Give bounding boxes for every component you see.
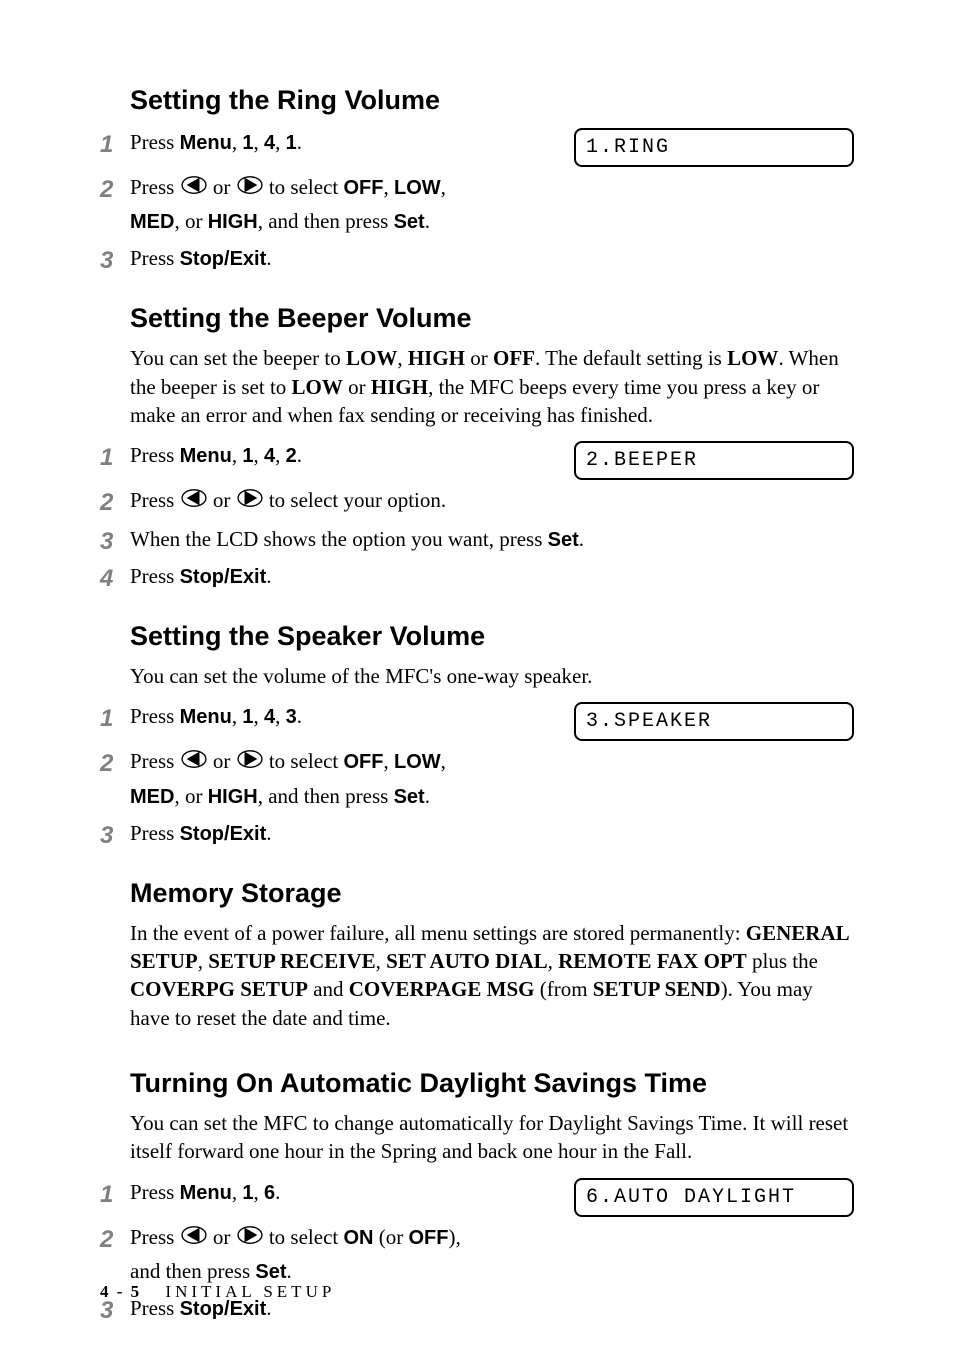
step-item: Press Stop/Exit. — [100, 242, 854, 275]
steps-list: Press Menu, 1, 4, 2.2.BEEPER Press or to … — [100, 439, 854, 592]
section-heading: Setting the Beeper Volume — [130, 303, 854, 334]
arrow-left-icon — [180, 1223, 208, 1256]
step-item: Press Menu, 1, 4, 1.1.RING — [100, 126, 854, 167]
page-footer: 4 - 5 INITIAL SETUP — [100, 1282, 335, 1302]
section-heading: Setting the Ring Volume — [130, 85, 854, 116]
step-item: Press or to select OFF, LOW, MED, or HIG… — [100, 745, 854, 812]
arrow-right-icon — [236, 173, 264, 206]
lcd-display: 6.AUTO DAYLIGHT — [574, 1178, 854, 1217]
section-heading: Setting the Speaker Volume — [130, 621, 854, 652]
section-intro: You can set the volume of the MFC's one-… — [130, 662, 854, 690]
arrow-left-icon — [180, 173, 208, 206]
lcd-display: 1.RING — [574, 128, 854, 167]
section-intro: In the event of a power failure, all men… — [130, 919, 854, 1032]
arrow-right-icon — [236, 1223, 264, 1256]
steps-list: Press Menu, 1, 4, 3.3.SPEAKERPress or to… — [100, 700, 854, 849]
step-item: Press or to select your option. — [100, 484, 854, 518]
step-item: Press Menu, 1, 6.6.AUTO DAYLIGHT — [100, 1176, 854, 1217]
section-intro: You can set the beeper to LOW, HIGH or O… — [130, 344, 854, 429]
step-item: Press Menu, 1, 4, 2.2.BEEPER — [100, 439, 854, 480]
step-item: Press Menu, 1, 4, 3.3.SPEAKER — [100, 700, 854, 741]
page-number: 4 - 5 — [100, 1282, 141, 1301]
arrow-right-icon — [236, 747, 264, 780]
arrow-left-icon — [180, 747, 208, 780]
chapter-name: INITIAL SETUP — [165, 1282, 335, 1301]
step-item: Press or to select OFF, LOW, MED, or HIG… — [100, 171, 854, 238]
step-item: When the LCD shows the option you want, … — [100, 523, 854, 556]
arrow-left-icon — [180, 486, 208, 519]
section-heading: Memory Storage — [130, 878, 854, 909]
step-item: Press or to select ON (or OFF), and then… — [100, 1221, 854, 1288]
arrow-right-icon — [236, 486, 264, 519]
lcd-display: 3.SPEAKER — [574, 702, 854, 741]
section-heading: Turning On Automatic Daylight Savings Ti… — [130, 1068, 854, 1099]
step-item: Press Stop/Exit. — [100, 817, 854, 850]
step-item: Press Stop/Exit. — [100, 560, 854, 593]
lcd-display: 2.BEEPER — [574, 441, 854, 480]
steps-list: Press Menu, 1, 6.6.AUTO DAYLIGHTPress or… — [100, 1176, 854, 1325]
section-intro: You can set the MFC to change automatica… — [130, 1109, 854, 1166]
steps-list: Press Menu, 1, 4, 1.1.RINGPress or to se… — [100, 126, 854, 275]
